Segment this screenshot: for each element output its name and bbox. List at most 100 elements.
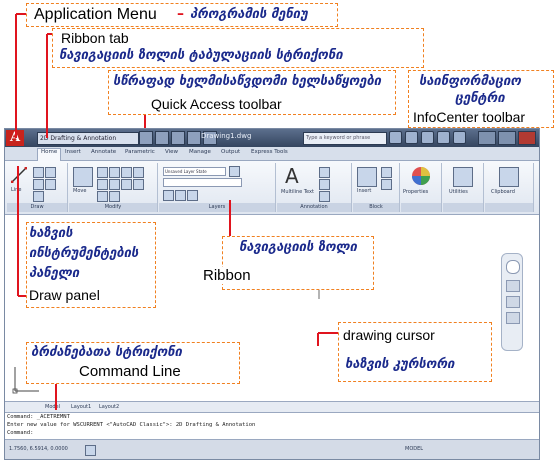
- tab-view[interactable]: View: [165, 149, 178, 155]
- annotation-panel-title[interactable]: Annotation: [277, 203, 351, 212]
- pan-icon[interactable]: [506, 280, 520, 292]
- clipboard-label: Clipboard: [491, 189, 515, 195]
- create-block-icon[interactable]: [381, 167, 392, 178]
- utilities-label: Utilities: [449, 189, 468, 195]
- tab-express-tools[interactable]: Express Tools: [251, 149, 288, 155]
- tab-output[interactable]: Output: [221, 149, 240, 155]
- dimension-icon[interactable]: [319, 167, 330, 178]
- block-panel-title[interactable]: Block: [353, 203, 399, 212]
- ribbon-tab-callout: Ribbon tab ნავიგაციის ზოლის ტაბულაციის ს…: [52, 28, 424, 68]
- polyline-icon[interactable]: [33, 167, 44, 178]
- modify-panel: Move Modify: [69, 163, 158, 212]
- window-controls: [478, 131, 536, 145]
- tab-manage[interactable]: Manage: [189, 149, 211, 155]
- tab-home[interactable]: Home: [37, 148, 62, 161]
- application-menu-label: Application Menu: [34, 6, 157, 23]
- layer-lock-icon[interactable]: [187, 190, 198, 201]
- infocenter-toolbar: [389, 131, 466, 144]
- stretch-icon[interactable]: [133, 179, 144, 190]
- block-panel: Insert Block: [353, 163, 400, 212]
- layer-state-combo[interactable]: Unsaved Layer State: [163, 167, 226, 176]
- qat-open-icon[interactable]: [155, 131, 169, 145]
- move-icon[interactable]: [73, 167, 93, 187]
- rectangle-icon[interactable]: [45, 179, 56, 190]
- color-wheel-icon[interactable]: [411, 166, 431, 186]
- infocenter-georgian-1: საინფორმაციო: [419, 74, 522, 89]
- layer-properties-icon[interactable]: [229, 166, 240, 177]
- tab-model[interactable]: Model: [45, 402, 60, 412]
- erase-icon[interactable]: [121, 167, 132, 178]
- line-icon[interactable]: [11, 167, 27, 183]
- table-icon[interactable]: [319, 191, 330, 202]
- command-prompt[interactable]: Command:: [5, 429, 539, 437]
- infocenter-search-input[interactable]: Type a keyword or phrase: [303, 132, 387, 145]
- command-line[interactable]: Command: _ACETREMNT Enter new value for …: [5, 412, 539, 439]
- document-title: Drawing1.dwg: [201, 132, 252, 140]
- application-menu-dash: –: [177, 6, 184, 22]
- ribbon-tab-label: Ribbon tab: [61, 30, 129, 46]
- qat-save-icon[interactable]: [171, 131, 185, 145]
- close-button[interactable]: [518, 131, 536, 145]
- array-icon[interactable]: [109, 191, 120, 202]
- workspace-combo[interactable]: 2D Drafting & Annotation: [37, 132, 139, 145]
- layer-combo[interactable]: [163, 178, 242, 187]
- ribbon-tab-bar: Home Insert Annotate Parametric View Man…: [5, 147, 539, 161]
- search-icon[interactable]: [389, 131, 402, 144]
- quick-access-label: Quick Access toolbar: [151, 96, 282, 112]
- insert-label: Insert: [357, 188, 372, 194]
- maximize-button[interactable]: [498, 131, 516, 145]
- leader-icon[interactable]: [319, 179, 330, 190]
- edit-block-icon[interactable]: [381, 179, 392, 190]
- properties-label: Properties: [403, 189, 429, 195]
- scale-icon[interactable]: [97, 191, 108, 202]
- application-menu-button[interactable]: A: [6, 130, 24, 146]
- tab-insert[interactable]: Insert: [65, 149, 81, 155]
- zoom-icon[interactable]: [506, 296, 520, 308]
- tab-annotate[interactable]: Annotate: [91, 149, 116, 155]
- mirror-icon[interactable]: [97, 179, 108, 190]
- qat-new-icon[interactable]: [139, 131, 153, 145]
- minimize-button[interactable]: [478, 131, 496, 145]
- tab-parametric[interactable]: Parametric: [125, 149, 155, 155]
- rotate-icon[interactable]: [97, 167, 108, 178]
- orbit-icon[interactable]: [506, 312, 520, 324]
- help-icon[interactable]: [453, 131, 466, 144]
- utilities-icon[interactable]: [453, 167, 473, 187]
- multiline-text-icon[interactable]: A: [285, 164, 299, 188]
- paste-icon[interactable]: [499, 167, 519, 187]
- communication-icon[interactable]: [421, 131, 434, 144]
- layers-panel-title[interactable]: Layers: [159, 203, 275, 212]
- circle-icon[interactable]: [45, 167, 56, 178]
- layer-freeze-icon[interactable]: [175, 190, 186, 201]
- layer-bulb-icon[interactable]: [163, 190, 174, 201]
- osnap-toggle-icon[interactable]: [85, 445, 96, 456]
- copy-icon[interactable]: [133, 167, 144, 178]
- model-space-toggle[interactable]: MODEL: [405, 446, 423, 452]
- command-history-line: Command: _ACETREMNT: [7, 414, 70, 420]
- clipboard-panel-title[interactable]: [485, 203, 533, 212]
- modify-panel-title[interactable]: Modify: [69, 203, 157, 212]
- application-menu-callout: Application Menu – პროგრამის მენიუ: [26, 3, 338, 27]
- navigation-bar[interactable]: [501, 253, 523, 351]
- tab-layout1[interactable]: Layout1: [71, 402, 91, 412]
- hatch-icon[interactable]: [33, 191, 44, 202]
- favorites-icon[interactable]: [437, 131, 450, 144]
- steering-wheel-icon[interactable]: [506, 260, 520, 274]
- command-line-georgian: ბრძანებათა სტრიქონი: [31, 345, 182, 360]
- trim-icon[interactable]: [109, 167, 120, 178]
- fillet-icon[interactable]: [109, 179, 120, 190]
- arc-icon[interactable]: [33, 179, 44, 190]
- infocenter-callout: საინფორმაციო ცენტრი InfoCenter toolbar: [408, 70, 554, 128]
- clipboard-panel: Clipboard: [485, 163, 534, 212]
- subscription-icon[interactable]: [405, 131, 418, 144]
- tab-layout2[interactable]: Layout2: [99, 402, 119, 412]
- explode-icon[interactable]: [121, 179, 132, 190]
- draw-panel-title[interactable]: Draw: [7, 203, 67, 212]
- utilities-panel-title[interactable]: [443, 203, 483, 212]
- command-line-callout: ბრძანებათა სტრიქონი Command Line: [26, 342, 240, 384]
- qat-undo-icon[interactable]: [187, 131, 201, 145]
- insert-block-icon[interactable]: [357, 167, 377, 187]
- application-menu-georgian: პროგრამის მენიუ: [190, 7, 308, 22]
- coordinates-readout: 1.7560, 6.5914, 0.0000: [9, 446, 68, 452]
- properties-panel-title[interactable]: [401, 203, 441, 212]
